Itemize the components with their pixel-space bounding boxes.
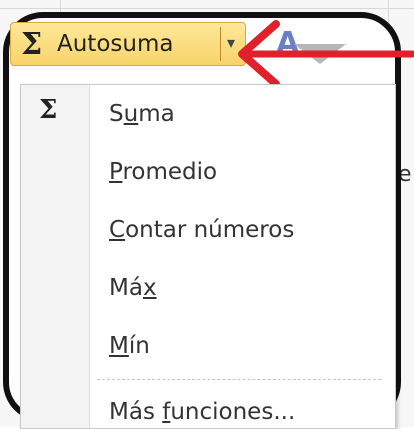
autosum-label: Autosuma — [57, 31, 174, 57]
menu-icon-gutter — [21, 85, 90, 428]
menu-item-suma[interactable]: Suma — [109, 101, 175, 127]
autosum-button[interactable]: Σ Autosuma ▾ — [10, 22, 246, 66]
sigma-icon: Σ — [39, 95, 58, 125]
autosum-dropdown-menu: Σ Suma Promedio Contar números Máx Mín M… — [20, 84, 396, 429]
grid-line — [0, 8, 414, 9]
menu-item-promedio[interactable]: Promedio — [109, 159, 217, 185]
menu-item-mas-funciones[interactable]: Más funciones... — [109, 399, 295, 425]
menu-separator — [97, 379, 381, 380]
menu-item-max[interactable]: Máx — [109, 275, 157, 301]
sigma-icon: Σ — [21, 27, 43, 62]
split-divider — [220, 27, 221, 61]
menu-item-min[interactable]: Mín — [109, 333, 150, 359]
menu-item-contar-numeros[interactable]: Contar números — [109, 217, 294, 243]
